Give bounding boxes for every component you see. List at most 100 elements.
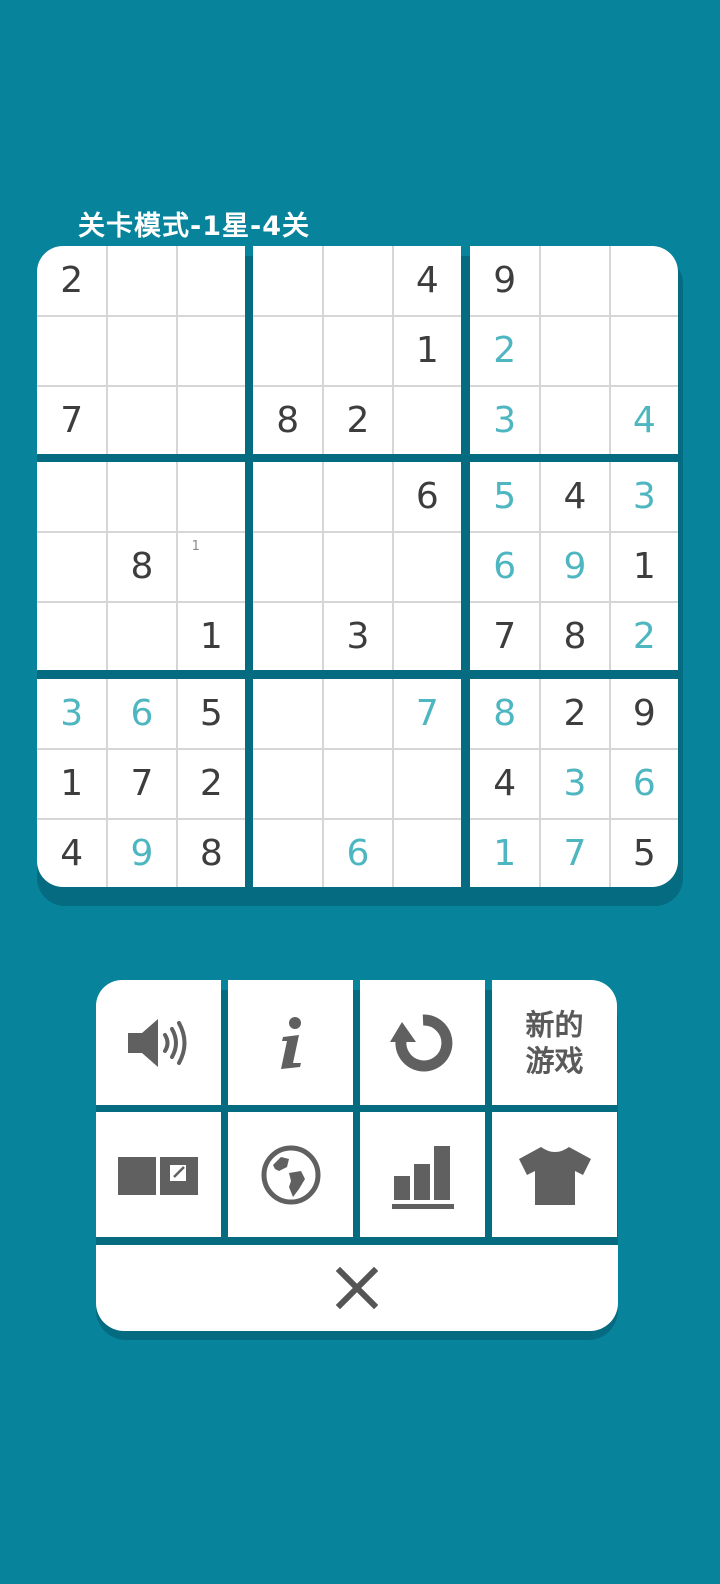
- sudoku-cell[interactable]: 1: [470, 817, 540, 887]
- sudoku-cell[interactable]: 2: [470, 315, 540, 384]
- sudoku-cell[interactable]: 2: [539, 679, 608, 749]
- sudoku-cell[interactable]: 9: [470, 246, 539, 315]
- sudoku-cell[interactable]: 9: [106, 817, 176, 887]
- sudoku-cell[interactable]: [391, 600, 461, 670]
- sudoku-cell[interactable]: [322, 462, 391, 532]
- sudoku-cell[interactable]: 6: [391, 462, 461, 532]
- sudoku-cell[interactable]: 5: [175, 679, 245, 749]
- sudoku-cell[interactable]: 6: [106, 679, 175, 749]
- sudoku-cell[interactable]: [322, 246, 391, 316]
- sound-button[interactable]: [96, 980, 221, 1105]
- sudoku-box: 27: [37, 246, 245, 454]
- sudoku-cell[interactable]: [175, 384, 245, 454]
- sudoku-cell[interactable]: 5: [470, 462, 539, 531]
- sudoku-cell[interactable]: 7: [539, 817, 609, 887]
- sudoku-cell[interactable]: 3: [539, 748, 609, 818]
- sudoku-cell[interactable]: [253, 600, 323, 670]
- sudoku-cell[interactable]: [322, 315, 392, 385]
- sudoku-cell[interactable]: [253, 531, 323, 600]
- sudoku-cell[interactable]: [106, 384, 176, 454]
- sudoku-cell[interactable]: [391, 531, 461, 601]
- globe-button[interactable]: [228, 1112, 353, 1237]
- cell-value: 2: [199, 763, 223, 805]
- sudoku-cell[interactable]: [391, 384, 461, 454]
- sudoku-cell[interactable]: [322, 748, 392, 818]
- sudoku-cell[interactable]: [106, 600, 176, 670]
- sudoku-cell[interactable]: 4: [539, 462, 608, 532]
- cell-value: 6: [130, 693, 154, 735]
- new-game-label-line1: 新的: [525, 1007, 584, 1042]
- sudoku-cell[interactable]: 8: [175, 817, 245, 887]
- sudoku-cell[interactable]: [37, 315, 107, 384]
- sudoku-cell[interactable]: [322, 531, 392, 601]
- sudoku-cell[interactable]: 3: [608, 462, 678, 532]
- sudoku-cell[interactable]: 2: [608, 600, 678, 670]
- close-button[interactable]: [96, 1245, 618, 1331]
- sudoku-cell[interactable]: [106, 462, 175, 532]
- sudoku-cell[interactable]: [539, 384, 609, 454]
- theme-button[interactable]: [492, 1112, 617, 1237]
- sudoku-cell[interactable]: 2: [322, 384, 392, 454]
- sudoku-cell[interactable]: [253, 679, 322, 748]
- sudoku-cell[interactable]: 3: [322, 600, 392, 670]
- sudoku-cell[interactable]: [539, 315, 609, 385]
- cell-value: 2: [60, 260, 84, 302]
- sudoku-cell[interactable]: 2: [37, 246, 106, 315]
- cell-value: 7: [130, 763, 154, 805]
- sudoku-cell[interactable]: [608, 246, 678, 316]
- info-button[interactable]: [228, 980, 353, 1105]
- sudoku-cell[interactable]: 7: [37, 384, 107, 454]
- sudoku-cell[interactable]: 9: [608, 679, 678, 749]
- sudoku-box: 3 6 5 1 7 2 4 9 8: [37, 679, 245, 887]
- new-game-button[interactable]: 新的 游戏: [492, 980, 617, 1105]
- sudoku-cell[interactable]: 6: [608, 748, 678, 818]
- sudoku-cell[interactable]: 3: [470, 384, 540, 454]
- sudoku-cell[interactable]: 1: [391, 315, 461, 385]
- cell-value: 9: [563, 546, 587, 588]
- sudoku-cell[interactable]: [37, 462, 106, 531]
- sudoku-cell[interactable]: 1: [608, 531, 678, 601]
- sudoku-cell[interactable]: 8: [253, 384, 323, 454]
- sudoku-cell[interactable]: [253, 462, 322, 531]
- sudoku-cell[interactable]: 7: [106, 748, 176, 818]
- sudoku-cell[interactable]: [106, 315, 176, 385]
- sudoku-cell[interactable]: [106, 246, 175, 316]
- sudoku-cell[interactable]: [253, 817, 323, 887]
- sudoku-cell[interactable]: 1: [37, 748, 107, 817]
- sudoku-cell[interactable]: [391, 817, 461, 887]
- sudoku-cell[interactable]: [37, 600, 107, 670]
- sudoku-cell[interactable]: 4: [391, 246, 461, 316]
- sudoku-cell[interactable]: [391, 748, 461, 818]
- sudoku-cell[interactable]: [322, 679, 391, 749]
- sudoku-cell[interactable]: 3: [37, 679, 106, 748]
- sudoku-cell[interactable]: 4: [37, 817, 107, 887]
- sudoku-cell[interactable]: [253, 748, 323, 817]
- sudoku-cell[interactable]: 4: [608, 384, 678, 454]
- sudoku-cell[interactable]: 9: [539, 531, 609, 601]
- sudoku-cell[interactable]: [175, 462, 245, 532]
- sudoku-cell[interactable]: [175, 315, 245, 385]
- notes-toggle-button[interactable]: [96, 1112, 221, 1237]
- sudoku-cell[interactable]: 8: [470, 679, 539, 748]
- sudoku-cell[interactable]: 8: [106, 531, 176, 601]
- sudoku-cell[interactable]: 4: [470, 748, 540, 817]
- sudoku-cell[interactable]: 7: [470, 600, 540, 670]
- sudoku-cell[interactable]: 6: [322, 817, 392, 887]
- close-icon: [336, 1267, 378, 1309]
- sudoku-cell[interactable]: [37, 531, 107, 600]
- sudoku-cell[interactable]: [253, 315, 323, 384]
- sudoku-cell[interactable]: 6: [470, 531, 540, 600]
- sudoku-cell[interactable]: [539, 246, 608, 316]
- sudoku-cell[interactable]: 7: [391, 679, 461, 749]
- sudoku-cell[interactable]: 1: [175, 531, 245, 601]
- sudoku-cell[interactable]: [608, 315, 678, 385]
- sudoku-cell[interactable]: 5: [608, 817, 678, 887]
- stats-button[interactable]: [360, 1112, 485, 1237]
- sudoku-cell[interactable]: 2: [175, 748, 245, 818]
- sudoku-cell[interactable]: 1: [175, 600, 245, 670]
- restart-button[interactable]: [360, 980, 485, 1105]
- sudoku-cell[interactable]: [175, 246, 245, 316]
- sudoku-cell[interactable]: 8: [539, 600, 609, 670]
- sudoku-cell[interactable]: [253, 246, 322, 315]
- info-icon: [280, 1016, 301, 1069]
